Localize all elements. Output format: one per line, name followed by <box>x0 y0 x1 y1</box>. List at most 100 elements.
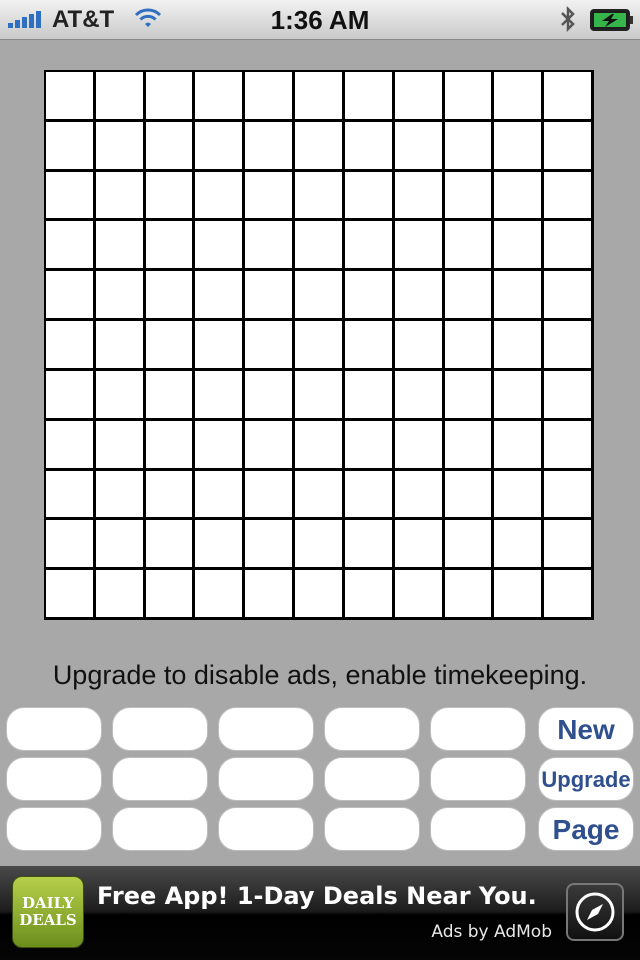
blank-key[interactable] <box>6 807 102 851</box>
grid-cell[interactable] <box>245 221 296 272</box>
grid-cell[interactable] <box>494 171 545 222</box>
blank-key[interactable] <box>430 757 526 801</box>
grid-cell[interactable] <box>145 221 196 272</box>
grid-cell[interactable] <box>544 570 594 620</box>
grid-cell[interactable] <box>245 121 296 172</box>
grid-cell[interactable] <box>145 121 196 172</box>
grid-cell[interactable] <box>95 420 146 471</box>
grid-cell[interactable] <box>394 121 445 172</box>
grid-cell[interactable] <box>444 171 495 222</box>
grid-cell[interactable] <box>295 520 345 571</box>
grid-cell[interactable] <box>245 370 296 421</box>
grid-cell[interactable] <box>394 271 445 322</box>
grid-cell[interactable] <box>195 420 246 471</box>
grid-cell[interactable] <box>544 271 594 322</box>
grid-cell[interactable] <box>46 72 96 122</box>
grid-cell[interactable] <box>46 570 96 620</box>
grid-cell[interactable] <box>394 520 445 571</box>
grid-cell[interactable] <box>344 321 395 371</box>
grid-cell[interactable] <box>544 221 594 272</box>
grid-cell[interactable] <box>46 370 96 421</box>
grid-cell[interactable] <box>295 570 345 620</box>
grid-cell[interactable] <box>46 221 96 272</box>
grid-cell[interactable] <box>145 570 196 620</box>
grid-cell[interactable] <box>494 121 545 172</box>
grid-cell[interactable] <box>394 321 445 371</box>
grid-cell[interactable] <box>394 72 445 122</box>
grid-cell[interactable] <box>494 370 545 421</box>
grid-cell[interactable] <box>444 370 495 421</box>
grid-cell[interactable] <box>394 570 445 620</box>
grid-cell[interactable] <box>95 470 146 521</box>
grid-cell[interactable] <box>295 420 345 471</box>
grid-cell[interactable] <box>344 271 395 322</box>
blank-key[interactable] <box>112 807 208 851</box>
page-button[interactable]: Page <box>538 807 634 851</box>
grid-cell[interactable] <box>195 570 246 620</box>
grid-cell[interactable] <box>145 72 196 122</box>
grid-cell[interactable] <box>145 520 196 571</box>
grid-cell[interactable] <box>46 420 96 471</box>
grid-cell[interactable] <box>195 121 246 172</box>
daily-deals-logo[interactable]: DAILY DEALS <box>12 876 84 948</box>
grid-cell[interactable] <box>544 321 594 371</box>
grid-cell[interactable] <box>95 171 146 222</box>
grid-cell[interactable] <box>195 72 246 122</box>
grid-cell[interactable] <box>245 271 296 322</box>
grid-cell[interactable] <box>245 420 296 471</box>
grid-cell[interactable] <box>95 321 146 371</box>
grid-cell[interactable] <box>544 420 594 471</box>
grid-cell[interactable] <box>394 221 445 272</box>
grid-cell[interactable] <box>494 470 545 521</box>
grid-cell[interactable] <box>394 370 445 421</box>
grid-cell[interactable] <box>444 470 495 521</box>
grid-cell[interactable] <box>46 470 96 521</box>
grid-cell[interactable] <box>295 221 345 272</box>
blank-key[interactable] <box>430 807 526 851</box>
grid-cell[interactable] <box>544 72 594 122</box>
grid-cell[interactable] <box>245 520 296 571</box>
grid-cell[interactable] <box>544 470 594 521</box>
grid-cell[interactable] <box>444 271 495 322</box>
grid-cell[interactable] <box>295 321 345 371</box>
blank-key[interactable] <box>430 707 526 751</box>
grid-cell[interactable] <box>195 221 246 272</box>
grid-cell[interactable] <box>544 520 594 571</box>
compass-icon[interactable] <box>566 883 624 941</box>
grid-cell[interactable] <box>195 321 246 371</box>
grid-cell[interactable] <box>344 171 395 222</box>
grid-cell[interactable] <box>544 171 594 222</box>
grid-cell[interactable] <box>444 520 495 571</box>
grid-cell[interactable] <box>46 520 96 571</box>
grid-cell[interactable] <box>195 470 246 521</box>
blank-key[interactable] <box>324 707 420 751</box>
grid-cell[interactable] <box>444 420 495 471</box>
grid-cell[interactable] <box>494 271 545 322</box>
grid-cell[interactable] <box>46 271 96 322</box>
grid-cell[interactable] <box>95 72 146 122</box>
grid-cell[interactable] <box>344 420 395 471</box>
grid-cell[interactable] <box>95 570 146 620</box>
grid-cell[interactable] <box>344 570 395 620</box>
grid-cell[interactable] <box>444 570 495 620</box>
grid-cell[interactable] <box>245 470 296 521</box>
grid-cell[interactable] <box>444 221 495 272</box>
grid-cell[interactable] <box>46 171 96 222</box>
grid-cell[interactable] <box>344 370 395 421</box>
grid-cell[interactable] <box>344 470 395 521</box>
grid-cell[interactable] <box>295 470 345 521</box>
grid-cell[interactable] <box>145 171 196 222</box>
grid-cell[interactable] <box>344 72 395 122</box>
grid-cell[interactable] <box>494 570 545 620</box>
grid-cell[interactable] <box>46 121 96 172</box>
blank-key[interactable] <box>6 707 102 751</box>
grid-cell[interactable] <box>295 370 345 421</box>
grid-cell[interactable] <box>245 72 296 122</box>
grid-cell[interactable] <box>494 321 545 371</box>
grid-cell[interactable] <box>46 321 96 371</box>
blank-key[interactable] <box>218 757 314 801</box>
ad-headline[interactable]: Free App! 1-Day Deals Near You. <box>97 882 537 910</box>
blank-key[interactable] <box>6 757 102 801</box>
grid-cell[interactable] <box>394 171 445 222</box>
grid-cell[interactable] <box>195 171 246 222</box>
